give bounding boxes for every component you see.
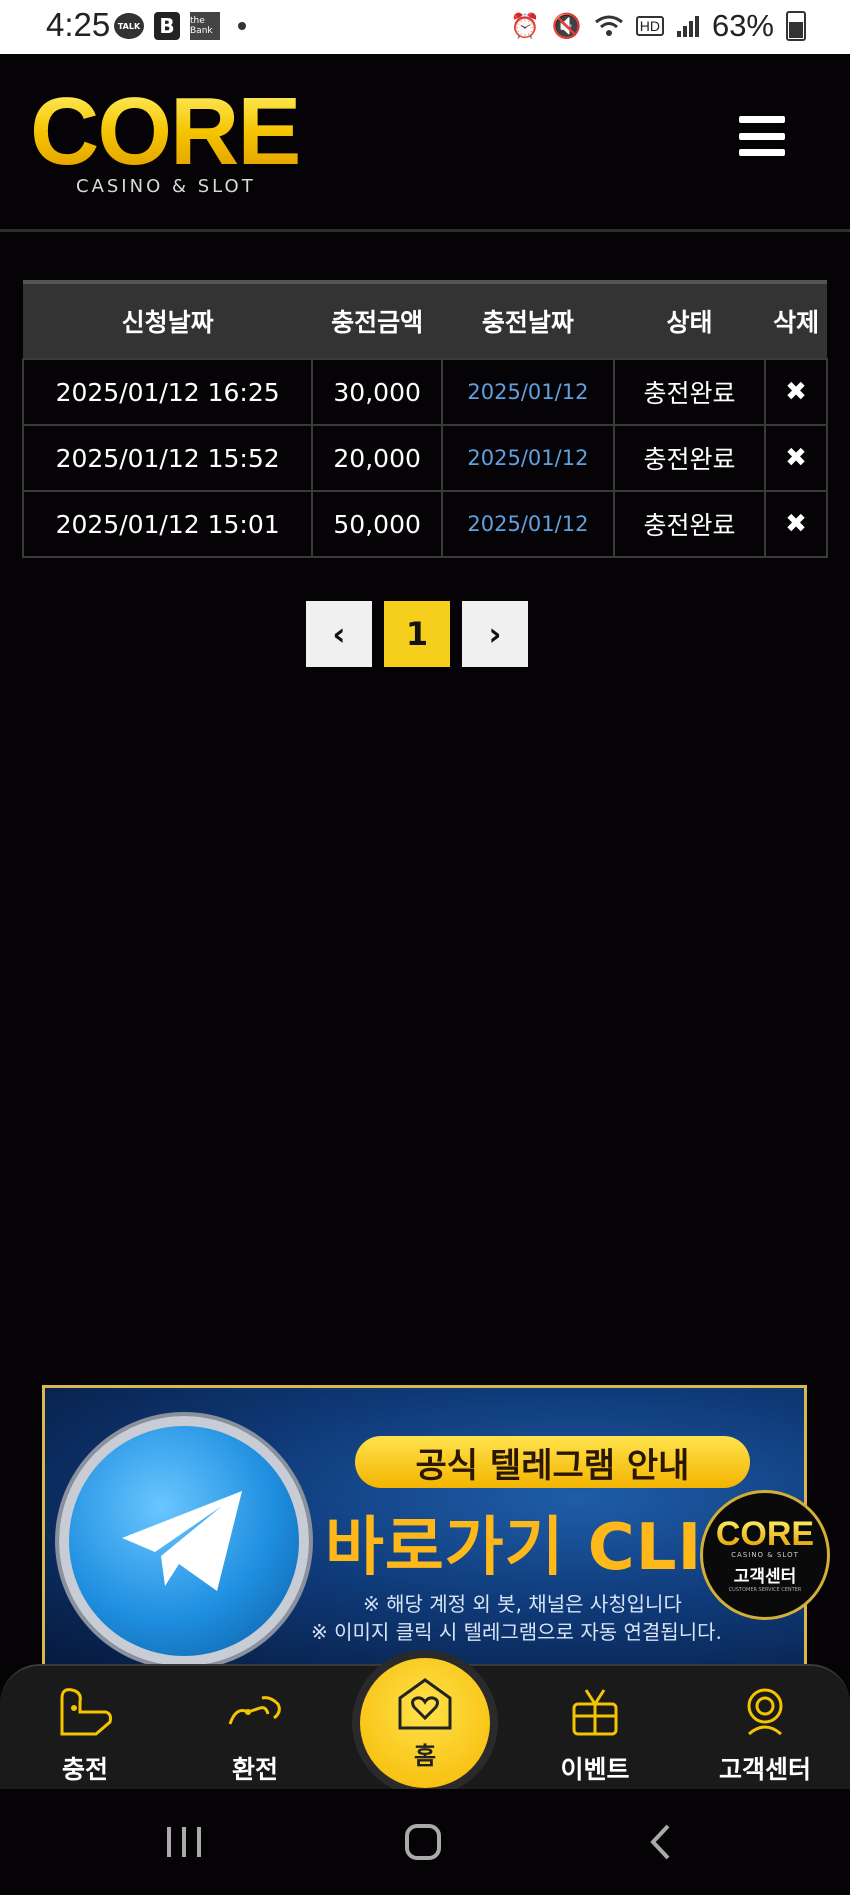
delete-icon[interactable]: ✖ (785, 377, 807, 407)
site-header: CORE CASINO & SLOT (0, 54, 850, 232)
notification-icons: TALK B the Bank (114, 12, 246, 40)
status-cell: 충전완료 (612, 490, 767, 558)
kakaotalk-icon: TALK (114, 13, 144, 39)
gift-icon (572, 1689, 618, 1736)
nav-exchange-label: 환전 (231, 1755, 278, 1784)
status-time: 4:25 (46, 6, 111, 43)
banner-note-1: ※ 해당 계정 외 봇, 채널은 사칭입니다 (363, 1592, 682, 1616)
cs-subtitle: CASINO & SLOT (731, 1551, 799, 1559)
table-row: 2025/01/12 16:25 30,000 2025/01/12 충전완료 … (21, 358, 828, 426)
table-row: 2025/01/12 15:52 20,000 2025/01/12 충전완료 … (21, 424, 828, 492)
nav-charge-label: 충전 (61, 1755, 108, 1784)
pagination: ‹ 1 › (306, 601, 528, 667)
delete-icon[interactable]: ✖ (785, 509, 807, 539)
status-cell: 충전완료 (612, 424, 767, 492)
battery-icon (786, 11, 806, 41)
header-delete: 삭제 (765, 280, 827, 359)
core-logo[interactable]: CORE CASINO & SLOT (30, 84, 305, 198)
bank-app-icon: the Bank (190, 12, 220, 40)
amount-cell: 50,000 (311, 490, 444, 558)
delete-icon[interactable]: ✖ (785, 443, 807, 473)
nav-event[interactable]: 이벤트 (535, 1684, 655, 1786)
system-nav-bar (0, 1789, 850, 1895)
chevron-right-icon[interactable]: › (462, 601, 528, 667)
telegram-icon (59, 1416, 309, 1664)
mute-icon: 🔇 (551, 12, 582, 40)
table-header-row: 신청날짜 충전금액 충전날짜 상태 삭제 (23, 280, 827, 359)
banner-pill-text: 공식 텔레그램 안내 (355, 1436, 750, 1488)
header-charged-date: 충전날짜 (442, 280, 614, 359)
nav-home[interactable]: 홈 (360, 1658, 490, 1788)
telegram-banner[interactable]: 공식 텔레그램 안내 바로가기 CLIC ※ 해당 계정 외 봇, 채널은 사칭… (42, 1385, 807, 1667)
nav-home-label: 홈 (413, 1741, 437, 1770)
cs-logo: CORE (715, 1515, 815, 1553)
chevron-left-icon[interactable]: ‹ (306, 601, 372, 667)
battery-percent: 63% (711, 8, 774, 43)
nav-exchange[interactable]: 환전 (195, 1684, 315, 1786)
b-app-icon: B (154, 12, 180, 40)
applied-date-cell: 2025/01/12 16:25 (21, 358, 314, 426)
logo-text: CORE (30, 84, 305, 180)
signal-icon (676, 16, 699, 37)
customer-service-float-button[interactable]: CORE CASINO & SLOT 고객센터 CUSTOMER SERVICE… (700, 1490, 830, 1620)
nav-charge[interactable]: 충전 (25, 1684, 145, 1786)
wifi-icon (594, 15, 623, 36)
applied-date-cell: 2025/01/12 15:52 (21, 424, 314, 492)
nav-support-label: 고객센터 (718, 1755, 811, 1784)
charge-history-table: 신청날짜 충전금액 충전날짜 상태 삭제 2025/01/12 16:25 30… (21, 280, 828, 558)
amount-cell: 30,000 (311, 358, 444, 426)
system-status-icons: ⏰ 🔇 HD 63% (510, 8, 806, 44)
nav-support[interactable]: 고객센터 (705, 1684, 825, 1786)
amount-cell: 20,000 (311, 424, 444, 492)
banner-headline: 바로가기 CLIC (325, 1511, 751, 1585)
status-bar: 4:25 TALK B the Bank ⏰ 🔇 HD 63% (0, 0, 850, 54)
hamburger-icon[interactable] (739, 116, 785, 156)
applied-date-cell: 2025/01/12 15:01 (21, 490, 314, 558)
charged-date-cell: 2025/01/12 (441, 424, 615, 492)
cs-label: 고객센터 (733, 1567, 797, 1587)
charge-icon (60, 1688, 112, 1736)
hd-icon: HD (635, 16, 664, 36)
page-1-button[interactable]: 1 (384, 601, 450, 667)
charged-date-cell: 2025/01/12 (441, 490, 615, 558)
home-icon[interactable] (404, 1823, 442, 1861)
header-amount: 충전금액 (312, 280, 443, 359)
headset-icon (747, 1688, 783, 1736)
header-status: 상태 (613, 280, 766, 359)
status-cell: 충전완료 (612, 358, 767, 426)
nav-event-label: 이벤트 (560, 1755, 630, 1784)
logo-subtitle: CASINO & SLOT (76, 176, 256, 197)
cs-small-text: CUSTOMER SERVICE CENTER (728, 1587, 802, 1593)
header-applied-date: 신청날짜 (23, 280, 313, 359)
charged-date-cell: 2025/01/12 (441, 358, 615, 426)
alarm-icon: ⏰ (509, 12, 540, 40)
more-notifications-dot (238, 22, 246, 30)
banner-note-2: ※ 이미지 클릭 시 텔레그램으로 자동 연결됩니다. (311, 1620, 722, 1644)
back-icon[interactable] (648, 1823, 672, 1861)
home-heart-icon (398, 1677, 452, 1729)
table-row: 2025/01/12 15:01 50,000 2025/01/12 충전완료 … (21, 490, 828, 558)
exchange-icon (228, 1696, 281, 1725)
recent-apps-icon[interactable] (165, 1825, 203, 1859)
